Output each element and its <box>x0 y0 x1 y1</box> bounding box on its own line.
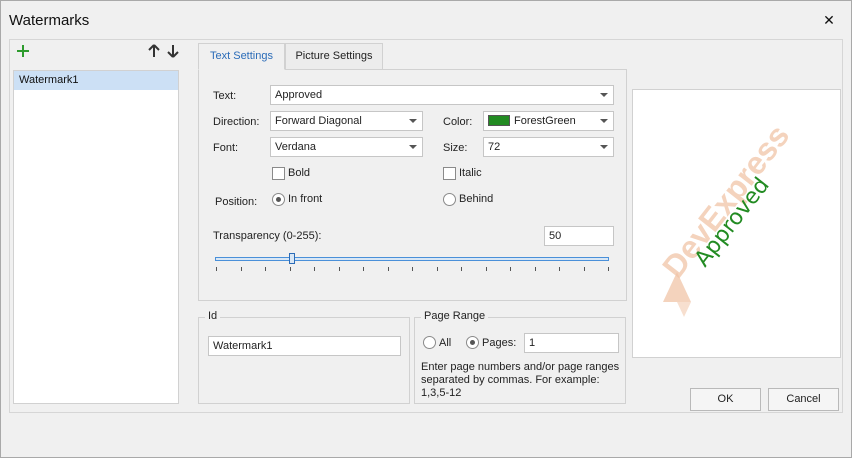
slider-tick <box>265 267 266 271</box>
slider-tick <box>387 267 389 271</box>
page-range-group: Page Range All Pages: 1 Enter page numbe… <box>414 310 626 404</box>
slider-tick <box>216 267 217 271</box>
slider-tick <box>363 267 364 271</box>
bold-label: Bold <box>288 167 311 179</box>
text-settings-panel: Text: Approved Direction: Forward Diagon… <box>198 69 627 301</box>
page-range-title: Page Range <box>421 310 489 322</box>
font-label: Font: <box>213 142 239 154</box>
tab-text-settings[interactable]: Text Settings <box>198 43 285 70</box>
chevron-down-icon <box>600 119 608 123</box>
direction-value: Forward Diagonal <box>275 115 362 127</box>
id-input[interactable]: Watermark1 <box>208 336 401 356</box>
slider-tick <box>289 267 291 271</box>
italic-label: Italic <box>459 167 482 179</box>
page-range-hint: Enter page numbers and/or page ranges se… <box>421 361 620 399</box>
in-front-label: In front <box>288 193 323 205</box>
bold-checkbox[interactable] <box>272 167 285 180</box>
preview-image: DevExpress Approved <box>655 118 796 317</box>
slider-tick <box>510 267 511 271</box>
direction-combo[interactable]: Forward Diagonal <box>270 111 423 131</box>
cancel-button[interactable]: Cancel <box>768 388 839 411</box>
title-bar: Watermarks ✕ <box>1 1 851 39</box>
chevron-down-icon <box>600 145 608 149</box>
slider-tick <box>583 267 585 271</box>
behind-label: Behind <box>459 193 494 205</box>
dialog-body: Watermark1 Text Settings Picture Setting… <box>9 39 843 413</box>
slider-tick <box>338 267 340 271</box>
text-label: Text: <box>213 90 237 102</box>
pages-input[interactable]: 1 <box>524 333 619 353</box>
size-combo[interactable]: 72 <box>483 137 614 157</box>
chevron-down-icon <box>409 119 417 123</box>
position-label: Position: <box>215 196 258 208</box>
font-value: Verdana <box>275 141 316 153</box>
pages-label: Pages: <box>482 337 517 349</box>
italic-checkbox[interactable] <box>443 167 456 180</box>
font-combo[interactable]: Verdana <box>270 137 423 157</box>
arrow-up-icon[interactable] <box>147 42 161 60</box>
watermark-list[interactable]: Watermark1 <box>13 70 179 404</box>
plus-icon[interactable] <box>15 43 31 59</box>
color-label: Color: <box>443 116 473 128</box>
chevron-down-icon <box>600 93 608 97</box>
slider-tick <box>461 267 462 271</box>
color-value: ForestGreen <box>514 115 576 127</box>
slider-tick <box>314 267 315 271</box>
transparency-input[interactable]: 50 <box>544 226 614 246</box>
close-icon[interactable]: ✕ <box>819 10 839 30</box>
color-combo[interactable]: ForestGreen <box>483 111 614 131</box>
slider-thumb[interactable] <box>289 253 296 264</box>
pages-radio[interactable] <box>466 336 479 349</box>
transparency-slider[interactable] <box>215 257 609 261</box>
size-label: Size: <box>443 142 468 154</box>
watermarks-dialog: Watermarks ✕ Watermark1 Text Settings Pi… <box>0 0 852 458</box>
text-value: Approved <box>275 89 323 101</box>
size-value: 72 <box>488 141 501 153</box>
dialog-title: Watermarks <box>9 12 90 29</box>
slider-tick <box>534 267 536 271</box>
all-label: All <box>439 337 452 349</box>
id-group: Id Watermark1 <box>198 310 410 404</box>
id-group-title: Id <box>205 310 221 322</box>
behind-radio[interactable] <box>443 193 456 206</box>
text-combo[interactable]: Approved <box>270 85 614 105</box>
all-radio[interactable] <box>423 336 436 349</box>
slider-tick <box>436 267 438 271</box>
slider-tick <box>412 267 413 271</box>
in-front-radio[interactable] <box>272 193 285 206</box>
ok-button[interactable]: OK <box>690 388 761 411</box>
slider-tick <box>608 267 609 271</box>
chevron-down-icon <box>409 145 417 149</box>
tab-picture-settings[interactable]: Picture Settings <box>285 43 383 70</box>
logo-text: DevExpress <box>655 118 796 285</box>
color-swatch <box>488 115 510 126</box>
transparency-label: Transparency (0-255): <box>213 230 322 242</box>
slider-tick <box>485 267 487 271</box>
slider-tick <box>240 267 242 271</box>
watermark-preview: DevExpress Approved <box>632 89 841 358</box>
arrow-down-icon[interactable] <box>166 42 180 60</box>
direction-label: Direction: <box>213 116 260 128</box>
list-item[interactable]: Watermark1 <box>14 71 178 90</box>
slider-tick <box>559 267 560 271</box>
